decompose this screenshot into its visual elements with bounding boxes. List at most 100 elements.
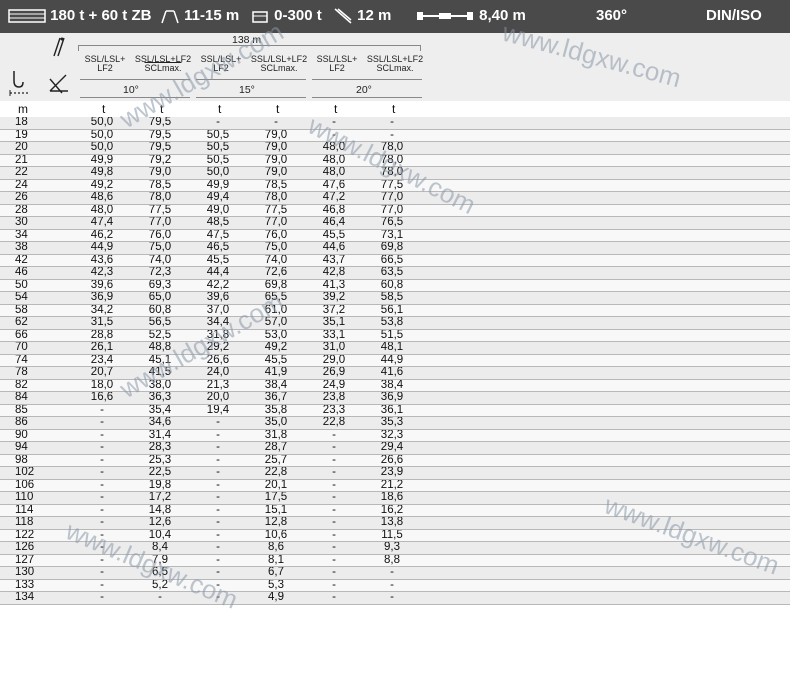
row-filler <box>421 379 790 392</box>
capacity-text: 180 t + 60 t ZB <box>50 7 152 24</box>
load-cell: 35,4 <box>131 404 189 417</box>
load-cell: 24,0 <box>189 366 247 380</box>
load-cell: 19,8 <box>131 479 189 492</box>
load-cell: 19,4 <box>189 404 247 417</box>
load-cell: - <box>189 541 247 555</box>
radius-cell: 18 <box>0 117 73 130</box>
load-cell: 50,0 <box>73 129 131 142</box>
table-row: 21 49,9 79,2 50,5 79,0 48,0 78,0 <box>0 154 790 167</box>
load-cell: 48,0 <box>305 166 363 180</box>
load-cell: - <box>189 491 247 505</box>
load-cell: 48,8 <box>131 341 189 355</box>
load-cell: 38,4 <box>363 379 421 392</box>
load-cell: 36,9 <box>73 291 131 305</box>
load-cell: - <box>305 504 363 517</box>
load-cell: 56,5 <box>131 316 189 330</box>
table-row: 50 39,6 69,3 42,2 69,8 41,3 60,8 <box>0 279 790 292</box>
radius-cell: 94 <box>0 441 73 455</box>
load-cell: 31,0 <box>305 341 363 355</box>
load-cell: - <box>189 454 247 467</box>
load-cell: 48,5 <box>189 216 247 230</box>
row-filler <box>421 329 790 342</box>
table-row: 126-8,4-8,6-9,3 <box>0 541 790 555</box>
load-cell: 73,1 <box>363 229 421 242</box>
unit-load-3: t <box>218 102 222 116</box>
load-cell: 49,4 <box>189 191 247 205</box>
load-cell: 41,6 <box>363 366 421 380</box>
load-cell: 18,6 <box>363 491 421 505</box>
load-cell: 10,4 <box>131 529 189 542</box>
table-row: 42 43,6 74,0 45,5 74,0 43,7 66,5 <box>0 254 790 267</box>
load-cell: 48,0 <box>305 154 363 167</box>
unit-load-6: t <box>392 102 396 116</box>
load-cell: - <box>305 554 363 567</box>
radius-cell: 126 <box>0 541 73 555</box>
load-cell: 48,6 <box>73 191 131 205</box>
load-cell: 24,9 <box>305 379 363 392</box>
radius-cell: 30 <box>0 216 73 230</box>
load-cell: 41,9 <box>247 366 305 380</box>
jib-spec: 12 m <box>333 7 391 25</box>
support-base-spec: 8,40 m <box>415 7 526 25</box>
table-row: 19 50,0 79,5 50,5 79,0- - <box>0 129 790 142</box>
radius-cell: 84 <box>0 391 73 405</box>
load-cell: - <box>73 566 131 580</box>
load-cell: - <box>305 129 363 142</box>
support-base-text: 8,40 m <box>479 7 526 24</box>
row-filler <box>421 279 790 292</box>
table-row: 85-35,4 19,4 35,8 23,3 36,1 <box>0 404 790 417</box>
load-cell: 61,0 <box>247 304 305 317</box>
row-filler <box>421 216 790 230</box>
load-cell: - <box>363 117 421 130</box>
load-cell: 36,9 <box>363 391 421 405</box>
load-cell: 16,6 <box>73 391 131 405</box>
row-filler <box>421 154 790 167</box>
load-cell: 31,8 <box>189 329 247 342</box>
radius-cell: 28 <box>0 204 73 217</box>
load-cell: 78,0 <box>363 166 421 180</box>
counterweight-text: 0-300 t <box>274 7 322 24</box>
load-cell: - <box>305 529 363 542</box>
load-cell: 9,3 <box>363 541 421 555</box>
load-cell: 79,0 <box>131 166 189 180</box>
load-cell: 60,8 <box>363 279 421 292</box>
jib-text: 12 m <box>357 7 392 24</box>
load-cell: 78,0 <box>363 141 421 155</box>
load-cell: 35,3 <box>363 416 421 430</box>
load-cell: - <box>305 454 363 467</box>
load-cell: 77,0 <box>363 204 421 217</box>
load-cell: - <box>73 454 131 467</box>
load-cell: 65,0 <box>131 291 189 305</box>
row-filler <box>421 366 790 380</box>
load-cell: 43,7 <box>305 254 363 267</box>
load-cell: 25,7 <box>247 454 305 467</box>
row-filler <box>421 529 790 542</box>
load-cell: - <box>189 479 247 492</box>
radius-cell: 134 <box>0 591 73 605</box>
load-cell: 45,5 <box>305 229 363 242</box>
col-1-header: SSL/LSL+ LF2 <box>84 54 126 73</box>
load-cell: - <box>73 441 131 455</box>
load-cell: 45,5 <box>189 254 247 267</box>
load-cell: 23,9 <box>363 466 421 480</box>
load-cell: 60,8 <box>131 304 189 317</box>
col-6-header: SSL/LSL+LF2 SCLmax. <box>366 54 424 73</box>
row-filler <box>421 204 790 217</box>
load-cell: 18,0 <box>73 379 131 392</box>
table-row: 78 20,7 41,5 24,0 41,9 26,9 41,6 <box>0 366 790 380</box>
row-filler <box>421 591 790 605</box>
load-cell: 50,5 <box>189 154 247 167</box>
radius-cell: 110 <box>0 491 73 505</box>
table-row: 46 42,3 72,3 44,4 72,6 42,8 63,5 <box>0 266 790 280</box>
radius-cell: 127 <box>0 554 73 567</box>
load-cell: 5,3 <box>247 579 305 592</box>
table-row: 58 34,2 60,8 37,0 61,0 37,2 56,1 <box>0 304 790 317</box>
radius-cell: 102 <box>0 466 73 480</box>
load-cell: 76,5 <box>363 216 421 230</box>
row-filler <box>421 404 790 417</box>
table-row: 24 49,2 78,5 49,9 78,5 47,6 77,5 <box>0 179 790 192</box>
load-cell: 57,0 <box>247 316 305 330</box>
load-cell: 42,2 <box>189 279 247 292</box>
table-row: 66 28,8 52,5 31,8 53,0 33,1 51,5 <box>0 329 790 342</box>
radius-cell: 20 <box>0 141 73 155</box>
